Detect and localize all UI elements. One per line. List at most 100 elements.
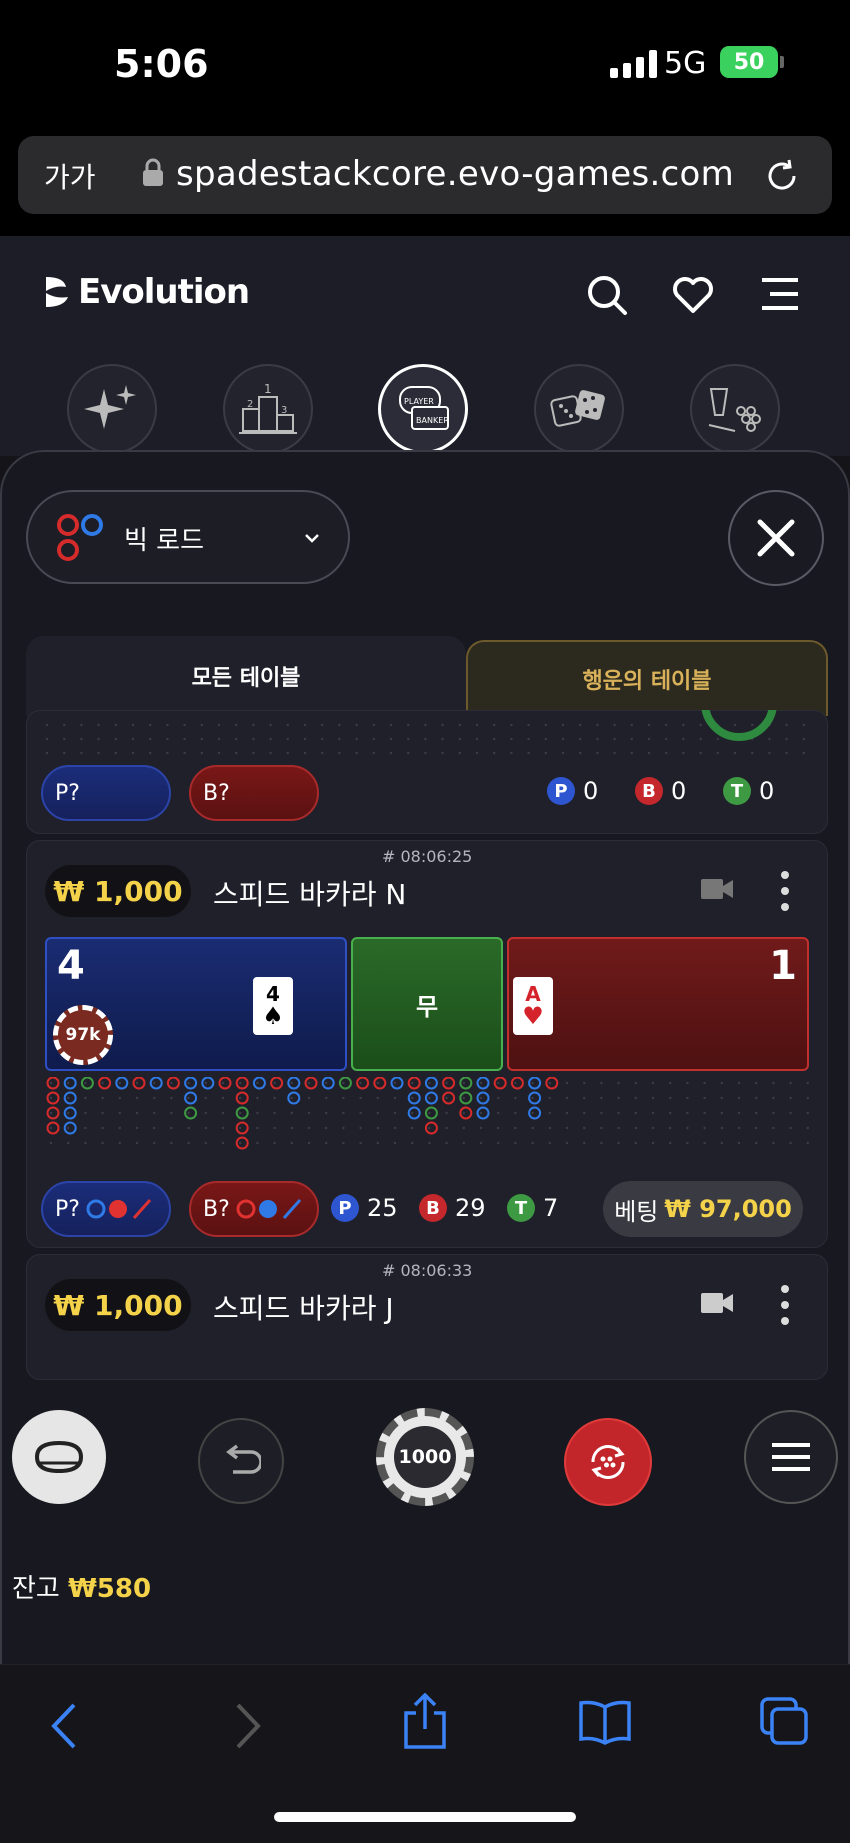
- road-type-dropdown[interactable]: 빅 로드: [26, 490, 350, 584]
- tab-lucky-tables[interactable]: 행운의 테이블: [466, 640, 828, 716]
- evolution-logo[interactable]: Evolution: [44, 272, 250, 312]
- predict-player-button[interactable]: P?: [41, 765, 171, 821]
- road-bead: [46, 1121, 60, 1135]
- reload-icon[interactable]: [762, 156, 802, 196]
- category-baccarat[interactable]: PLAYER BANKER: [378, 364, 468, 454]
- grid-dot: [651, 1141, 655, 1145]
- grid-dot: [613, 751, 616, 755]
- predict-banker-button[interactable]: B?: [189, 765, 319, 821]
- address-bar[interactable]: 가가 spadestackcore.evo-games.com: [18, 136, 832, 214]
- tabs-icon[interactable]: [760, 1697, 810, 1747]
- grid-dot: [544, 751, 547, 755]
- grid-dot: [497, 1081, 500, 1085]
- category-top-lists[interactable]: 1 2 3: [223, 364, 313, 454]
- video-camera-icon[interactable]: [701, 877, 733, 901]
- predict-banker-button[interactable]: B?: [189, 1181, 319, 1237]
- grid-dot: [101, 1141, 104, 1145]
- video-camera-icon[interactable]: [701, 1291, 733, 1315]
- tab-all-tables[interactable]: 모든 테이블: [26, 636, 466, 716]
- grid-dot: [149, 751, 152, 755]
- grid-dot: [183, 751, 186, 755]
- grid-dot: [647, 737, 651, 741]
- category-top-games[interactable]: [67, 364, 157, 454]
- player-bet-spot[interactable]: 4 4 ♠ 97k: [45, 937, 347, 1071]
- grid-dot: [372, 737, 375, 741]
- grid-dot: [342, 1111, 345, 1115]
- grid-dot: [84, 1126, 87, 1130]
- grid-dot: [755, 1096, 758, 1100]
- grid-dot: [686, 1096, 689, 1100]
- road-bead: [476, 1106, 490, 1120]
- grid-dot: [290, 1126, 293, 1130]
- grid-dot: [97, 751, 100, 755]
- chip-selector-button[interactable]: 1000: [376, 1408, 474, 1506]
- undo-button[interactable]: [198, 1418, 284, 1504]
- more-options-icon[interactable]: [781, 871, 789, 911]
- grid-dot: [359, 1141, 362, 1145]
- grid-dot: [510, 751, 513, 755]
- banker-bet-spot[interactable]: 1 A ♥: [507, 937, 809, 1071]
- grid-dot: [101, 1126, 104, 1130]
- category-dice-games[interactable]: [534, 364, 624, 454]
- grid-dot: [475, 751, 479, 755]
- table-card[interactable]: # 08:06:25 ₩ 1,000 스피드 바카라 N 4 4 ♠ 97k 무…: [26, 840, 828, 1248]
- grid-dot: [634, 1126, 637, 1130]
- favorites-heart-icon[interactable]: [672, 274, 714, 316]
- table-card[interactable]: P? B? P0 B0 T0: [26, 710, 828, 834]
- grid-dot: [703, 1111, 706, 1115]
- grid-dot: [376, 1141, 379, 1145]
- grid-dot: [321, 723, 324, 727]
- grid-dot: [579, 751, 582, 755]
- player-dot-icon: P: [331, 1194, 359, 1222]
- app-header: Evolution 1 2 3 PLAYER BANKER: [0, 236, 850, 456]
- tie-dot-icon: T: [507, 1194, 535, 1222]
- grid-dot: [407, 751, 410, 755]
- category-game-shows[interactable]: [690, 364, 780, 454]
- grid-dot: [617, 1141, 620, 1145]
- share-icon[interactable]: [402, 1693, 448, 1751]
- grid-dot: [239, 1141, 242, 1145]
- balance-label: 잔고: [12, 1574, 60, 1604]
- grid-dot: [170, 1111, 173, 1115]
- grid-dot: [359, 1096, 362, 1100]
- road-bead: [407, 1106, 421, 1120]
- menu-icon[interactable]: [760, 274, 800, 314]
- tie-bet-spot[interactable]: 무: [351, 937, 503, 1071]
- predict-player-button[interactable]: P?: [41, 1181, 171, 1237]
- grid-dot: [325, 1126, 328, 1130]
- grid-dot: [269, 723, 272, 727]
- close-button[interactable]: [728, 490, 824, 586]
- grid-dot: [135, 1141, 139, 1145]
- table-card[interactable]: # 08:06:33 ₩ 1,000 스피드 바카라 J: [26, 1254, 828, 1380]
- text-size-button[interactable]: 가가: [44, 156, 96, 196]
- tie-count: T7: [507, 1194, 558, 1222]
- url-text[interactable]: spadestackcore.evo-games.com: [176, 154, 734, 194]
- logo-text: Evolution: [78, 272, 250, 312]
- back-icon[interactable]: [46, 1701, 82, 1751]
- grid-dot: [114, 723, 118, 727]
- grid-dot: [131, 751, 135, 755]
- grid-dot: [307, 1141, 311, 1145]
- grid-dot: [686, 1081, 689, 1085]
- more-options-icon[interactable]: [781, 1285, 789, 1325]
- grid-dot: [239, 1126, 242, 1130]
- search-icon[interactable]: [586, 274, 628, 316]
- grid-dot: [290, 1141, 293, 1145]
- road-bead: [235, 1121, 249, 1135]
- grid-dot: [802, 751, 805, 755]
- main-menu-button[interactable]: [744, 1410, 838, 1504]
- grid-dot: [527, 737, 530, 741]
- bookmarks-icon[interactable]: [578, 1699, 632, 1745]
- grid-dot: [789, 1141, 792, 1145]
- chip-value: 1000: [398, 1446, 452, 1468]
- grid-dot: [669, 1096, 672, 1100]
- table-view-button[interactable]: [12, 1410, 106, 1504]
- grid-dot: [153, 1081, 156, 1085]
- grid-dot: [307, 1096, 311, 1100]
- repeat-bet-button[interactable]: [564, 1418, 652, 1506]
- close-icon: [757, 519, 795, 557]
- forward-icon[interactable]: [230, 1701, 266, 1751]
- grid-dot: [514, 1096, 517, 1100]
- network-type: 5G: [664, 46, 707, 81]
- grid-dot: [187, 1111, 190, 1115]
